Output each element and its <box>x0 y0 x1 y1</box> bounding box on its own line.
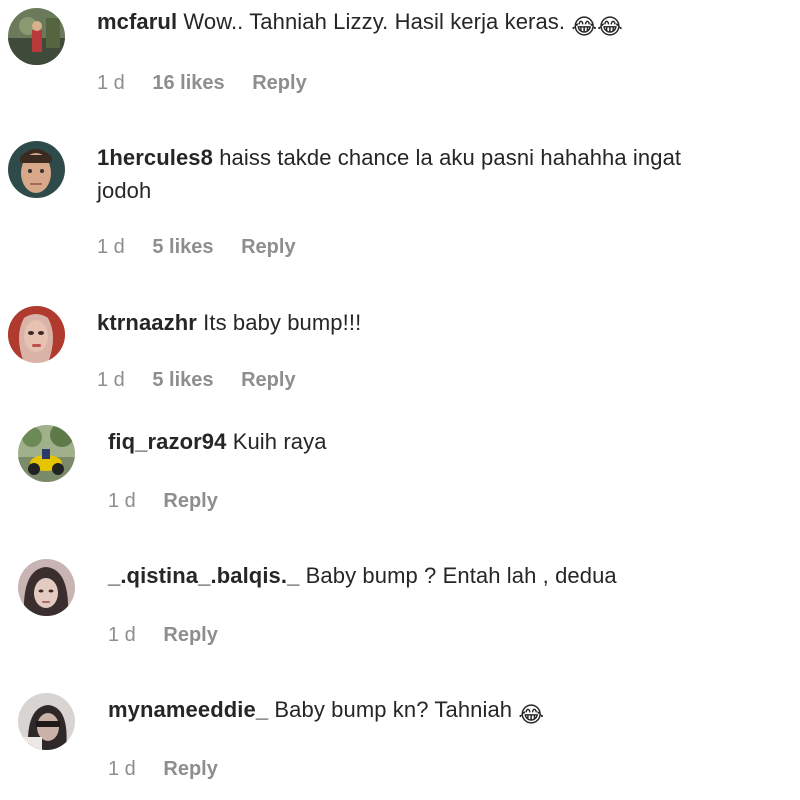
avatar-photo-icon <box>8 306 65 363</box>
comment-likes-count[interactable]: 5 likes <box>152 236 213 259</box>
avatar[interactable] <box>18 425 75 482</box>
comment-timestamp: 1 d <box>108 624 136 646</box>
avatar[interactable] <box>18 693 75 750</box>
avatar-photo-icon <box>8 8 65 65</box>
comment-text: Baby bump kn? Tahniah <box>274 697 513 722</box>
reply-button[interactable]: Reply <box>252 72 306 95</box>
comment-likes-count[interactable]: 16 likes <box>152 72 224 95</box>
avatar[interactable] <box>18 559 75 616</box>
reply-button[interactable]: Reply <box>163 624 217 647</box>
tears-of-joy-emoji-icon: 😂😂 <box>571 14 623 39</box>
reply-button[interactable]: Reply <box>163 490 217 513</box>
comment-text: Kuih raya <box>232 429 327 454</box>
comment-username[interactable]: _.qistina_.balqis._ <box>108 563 299 588</box>
avatar-photo-icon <box>8 141 65 198</box>
comment-username[interactable]: ktrnaazhr <box>97 310 197 335</box>
reply-button[interactable]: Reply <box>241 369 295 392</box>
reply-button[interactable]: Reply <box>163 758 217 781</box>
comment-text: Its baby bump!!! <box>203 310 362 335</box>
comment-username[interactable]: 1hercules8 <box>97 145 213 170</box>
avatar[interactable] <box>8 141 65 198</box>
avatar-photo-icon <box>18 559 75 616</box>
avatar-photo-icon <box>18 693 75 750</box>
comment-text-continued: jodoh <box>97 178 152 203</box>
avatar[interactable] <box>8 306 65 363</box>
comment-timestamp: 1 d <box>97 369 125 391</box>
avatar-photo-icon <box>18 425 75 482</box>
comment-text: haiss takde chance la aku pasni hahahha … <box>219 145 682 170</box>
comment-timestamp: 1 d <box>97 72 125 94</box>
comment-username[interactable]: fiq_razor94 <box>108 429 226 454</box>
reply-button[interactable]: Reply <box>241 236 295 259</box>
tears-of-joy-emoji-icon: 😂 <box>518 702 545 727</box>
comment-username[interactable]: mcfarul <box>97 9 177 34</box>
comment-timestamp: 1 d <box>108 490 136 512</box>
comment-text: Wow.. Tahniah Lizzy. Hasil kerja keras. <box>183 9 566 34</box>
comment-timestamp: 1 d <box>97 236 125 258</box>
comment-text: Baby bump ? Entah lah , dedua <box>305 563 617 588</box>
avatar[interactable] <box>8 8 65 65</box>
comment-likes-count[interactable]: 5 likes <box>152 369 213 392</box>
comment-username[interactable]: mynameeddie_ <box>108 697 268 722</box>
comment-timestamp: 1 d <box>108 758 136 780</box>
